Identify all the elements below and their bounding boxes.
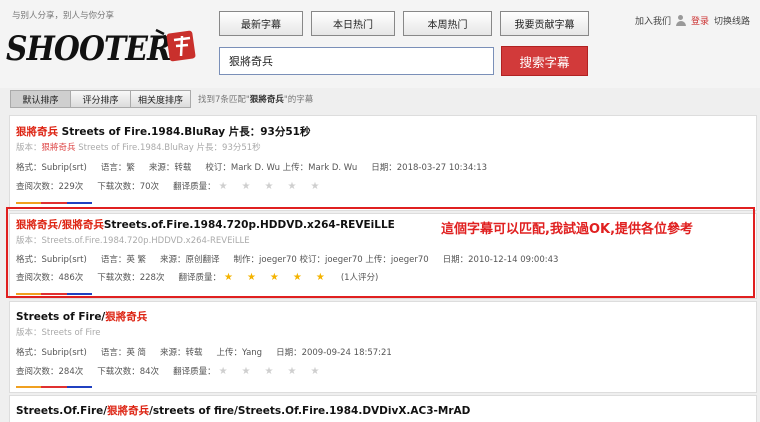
result-count: 找到7条匹配"狠將奇兵"的字幕 <box>198 95 314 105</box>
site-header: 与别人分享，别人与你分享 SHOOTER 最新字幕 本日热门 本周热门 我要贡献… <box>0 0 760 88</box>
result-meta: 格式：Subrip(srt) 语言：繁 来源：转载 校订：Mark D. Wu 上传：… <box>16 163 488 173</box>
star-icon[interactable]: ★ <box>265 181 274 192</box>
color-bar <box>16 386 92 388</box>
result-item: 狠將奇兵 Streets of Fire.1984.BluRay 片長：93分5… <box>9 115 757 211</box>
sort-rating-tab[interactable]: 评分排序 <box>70 90 131 108</box>
result-stats: 查阅次数：284次 下载次数：84次 翻译质量： ★ ★ ★ ★ ★ <box>16 365 335 377</box>
star-icon[interactable]: ★ <box>287 181 296 192</box>
star-icon[interactable]: ★ <box>310 181 319 192</box>
star-icon[interactable]: ★ <box>242 181 251 192</box>
rating-stars[interactable]: ★ ★ ★ ★ ★ <box>219 181 334 192</box>
star-icon[interactable]: ★ <box>242 366 251 377</box>
join-us-link[interactable]: 加入我们 <box>635 14 671 27</box>
sort-relevance-tab[interactable]: 相关度排序 <box>130 90 191 108</box>
color-bar <box>16 202 92 204</box>
result-version: 版本：狠將奇兵 Streets of Fire.1984.BluRay 片長：9… <box>16 143 261 153</box>
result-title[interactable]: Streets of Fire/狠將奇兵 <box>16 309 147 324</box>
result-item: Streets.Of.Fire/狠將奇兵/streets of fire/Str… <box>9 395 757 422</box>
sort-tabs: 默认排序 评分排序 相关度排序 <box>10 90 191 108</box>
login-link[interactable]: 登录 <box>691 14 709 27</box>
logo-wordmark: SHOOTER <box>6 29 171 69</box>
user-links: 加入我们 登录 切换线路 <box>635 14 750 27</box>
search-button[interactable]: 搜索字幕 <box>501 46 588 76</box>
result-stats: 查阅次数：229次 下载次数：70次 翻译质量： ★ ★ ★ ★ ★ <box>16 180 335 192</box>
result-item: Streets of Fire/狠將奇兵 版本：Streets of Fire … <box>9 301 757 393</box>
star-icon[interactable]: ★ <box>310 366 319 377</box>
star-icon[interactable]: ★ <box>219 366 228 377</box>
star-icon[interactable]: ★ <box>287 366 296 377</box>
nav-today-hot[interactable]: 本日热门 <box>311 11 395 36</box>
nav-week-hot[interactable]: 本周热门 <box>403 11 492 36</box>
star-icon[interactable]: ★ <box>219 181 228 192</box>
rating-stars[interactable]: ★ ★ ★ ★ ★ <box>219 366 334 377</box>
result-title[interactable]: Streets.Of.Fire/狠將奇兵/streets of fire/Str… <box>16 403 470 418</box>
user-icon <box>675 15 686 26</box>
switch-line-link[interactable]: 切换线路 <box>714 14 750 27</box>
search-input[interactable]: 狠將奇兵 <box>219 47 494 75</box>
result-version: 版本：Streets of Fire <box>16 328 101 338</box>
nav-latest[interactable]: 最新字幕 <box>219 11 303 36</box>
annotation-text: 這個字幕可以匹配,我試過OK,提供各位參考 <box>441 222 694 237</box>
shooter-logo[interactable]: SHOOTER <box>6 22 206 72</box>
result-meta: 格式：Subrip(srt) 语言：英 简来源：转载 上传：Yang 日期：2009-… <box>16 348 392 358</box>
sort-default-tab[interactable]: 默认排序 <box>10 90 71 108</box>
star-icon[interactable]: ★ <box>265 366 274 377</box>
nav-contribute[interactable]: 我要贡献字幕 <box>500 11 589 36</box>
site-tagline: 与别人分享，别人与你分享 <box>12 11 115 21</box>
result-title[interactable]: 狠將奇兵 Streets of Fire.1984.BluRay 片長：93分5… <box>16 124 310 139</box>
